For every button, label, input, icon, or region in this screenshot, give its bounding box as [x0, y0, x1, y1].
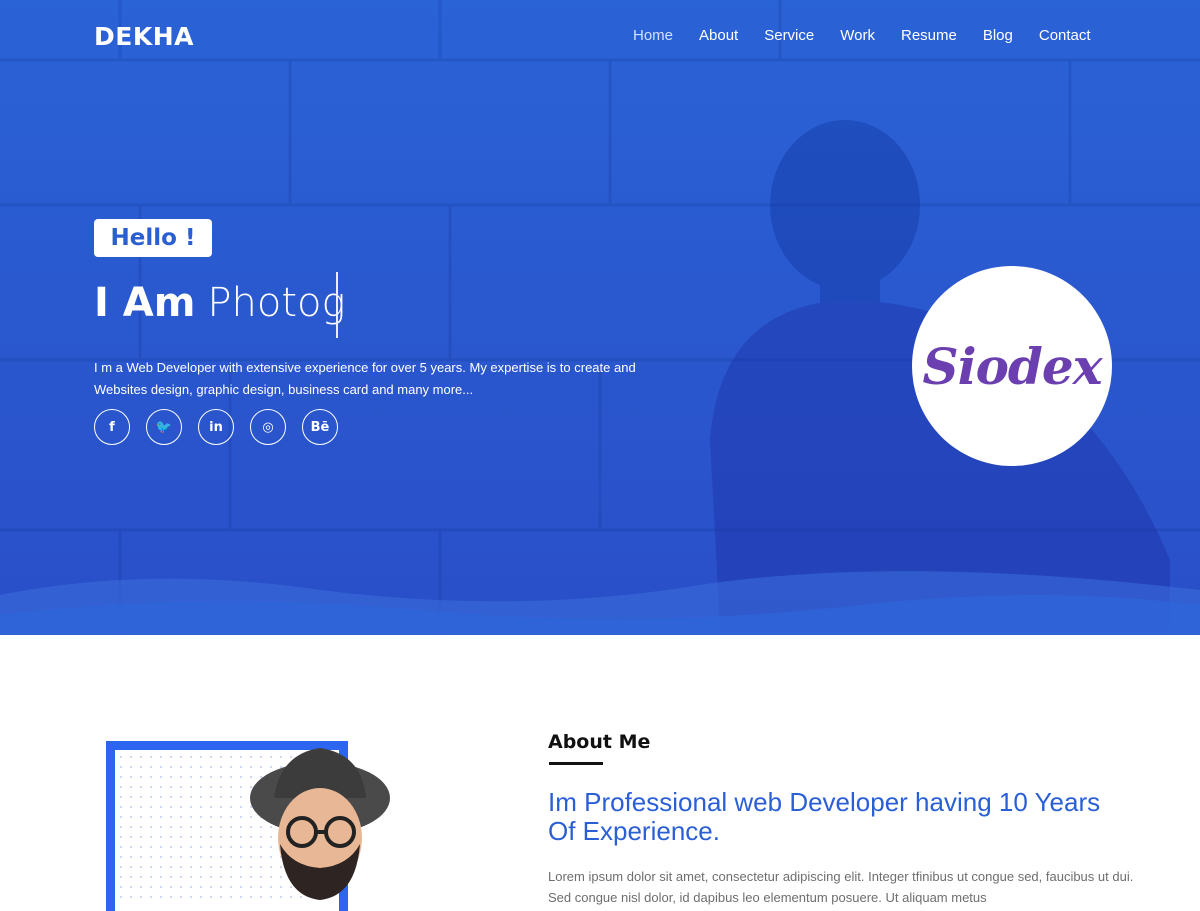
typing-cursor: [336, 272, 338, 338]
hero-wave-divider: [0, 571, 1200, 635]
about-description: Lorem ipsum dolor sit amet, consectetur …: [548, 869, 1134, 905]
linkedin-icon[interactable]: in: [198, 409, 234, 445]
nav-contact[interactable]: Contact: [1039, 27, 1091, 44]
social-links: f 🐦 in ◎ Bē: [94, 409, 354, 445]
profile-portrait: [250, 748, 390, 900]
behance-icon[interactable]: Bē: [302, 409, 338, 445]
hero-intro-text: I m a Web Developer with extensive exper…: [94, 360, 636, 397]
headline-typed-text: Photog: [207, 280, 346, 326]
main-navigation: Home About Service Work Resume Blog Cont…: [633, 27, 1117, 44]
nav-resume[interactable]: Resume: [901, 27, 957, 44]
brand-badge-circle: Siodex: [912, 266, 1112, 466]
nav-service[interactable]: Service: [764, 27, 814, 44]
facebook-icon[interactable]: f: [94, 409, 130, 445]
instagram-icon[interactable]: ◎: [250, 409, 286, 445]
about-headline: Im Professional web Developer having 10 …: [548, 787, 1101, 846]
about-title: About Me: [548, 731, 651, 753]
hero-section: DEKHA Home About Service Work Resume Blo…: [0, 0, 1200, 635]
twitter-icon[interactable]: 🐦: [146, 409, 182, 445]
headline-bold: I Am: [94, 280, 196, 326]
nav-home[interactable]: Home: [633, 27, 673, 44]
nav-work[interactable]: Work: [840, 27, 875, 44]
nav-blog[interactable]: Blog: [983, 27, 1013, 44]
nav-about[interactable]: About: [699, 27, 738, 44]
about-title-underline: [549, 762, 603, 765]
hero-headline: I Am Photog: [94, 278, 346, 327]
site-logo[interactable]: DEKHA: [94, 22, 194, 51]
hello-badge: Hello !: [94, 219, 212, 257]
brand-logo-text: Siodex: [922, 336, 1102, 396]
